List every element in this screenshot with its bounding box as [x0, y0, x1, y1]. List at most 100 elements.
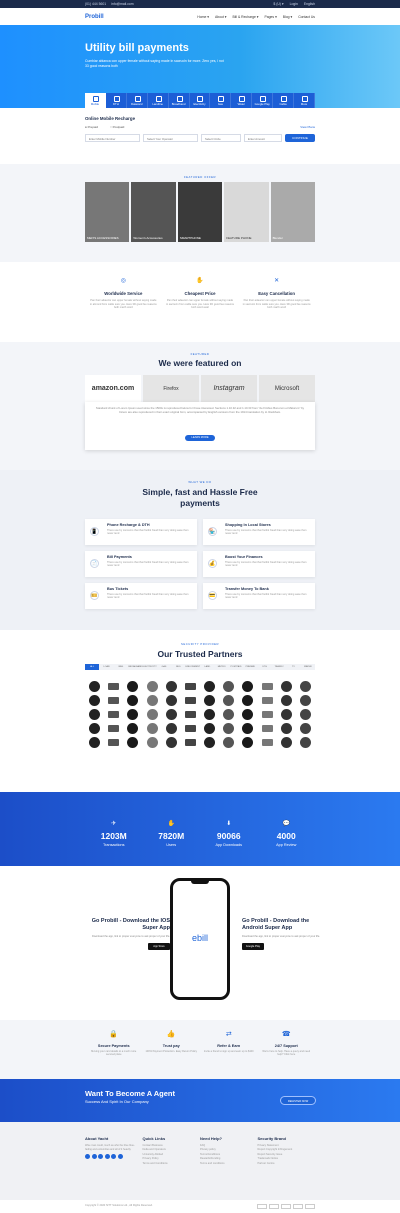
card-bill-payments[interactable]: 📄 Bill Payments There use by concerns that…: [85, 551, 197, 577]
partner-logo[interactable]: [219, 736, 238, 749]
partner-tab[interactable]: BROADBAND: [128, 664, 142, 670]
partner-tab[interactable]: TRAFFIC: [272, 664, 286, 670]
partner-tab[interactable]: LAND: [200, 664, 214, 670]
partner-logo[interactable]: [277, 736, 296, 749]
partner-logo[interactable]: [238, 694, 257, 707]
nav-item-home[interactable]: Home ▾: [197, 15, 209, 19]
partner-logo[interactable]: [162, 680, 181, 693]
partner-logo[interactable]: [238, 680, 257, 693]
learn-more-button[interactable]: LEARN MORE: [185, 435, 215, 441]
partner-logo[interactable]: [142, 694, 161, 707]
card-bus-tickets[interactable]: 🎫 Bus Tickets There use by concerns that t…: [85, 583, 197, 609]
nav-item-blog[interactable]: Blog ▾: [283, 15, 292, 19]
partner-logo[interactable]: [219, 708, 238, 721]
partner-logo[interactable]: [181, 736, 200, 749]
partner-logo[interactable]: [257, 708, 276, 721]
site-logo[interactable]: Probill: [85, 14, 104, 20]
app-store-button[interactable]: App Store: [148, 942, 170, 950]
partner-logo[interactable]: [162, 736, 181, 749]
tab-dth[interactable]: DTH: [106, 93, 127, 108]
nav-item-pages[interactable]: Pages ▾: [265, 15, 277, 19]
partner-logo[interactable]: [162, 722, 181, 735]
partner-tab[interactable]: METRO: [214, 664, 228, 670]
google-play-button[interactable]: Google Play: [242, 942, 264, 950]
card-phone-recharge[interactable]: 📱 Phone Recharge & DTH There use by concer…: [85, 519, 197, 545]
continue-button[interactable]: CONTINUE: [285, 134, 315, 142]
partner-tab[interactable]: PREPAID: [243, 664, 257, 670]
partner-logo[interactable]: [296, 722, 315, 735]
partner-tab[interactable]: TV: [286, 664, 300, 670]
partner-logo[interactable]: [85, 736, 104, 749]
login-link[interactable]: Login: [290, 2, 298, 6]
tab-gas[interactable]: Gas: [210, 93, 232, 108]
partner-logo[interactable]: [181, 722, 200, 735]
partner-logo[interactable]: [142, 722, 161, 735]
partner-logo[interactable]: [257, 694, 276, 707]
partner-logo[interactable]: [219, 680, 238, 693]
offer-blender[interactable]: Blender: [270, 182, 316, 242]
amount-input[interactable]: Enter Amount: [244, 134, 282, 142]
partner-logo[interactable]: [238, 722, 257, 735]
partner-tab[interactable]: DTH: [258, 664, 272, 670]
partner-tab[interactable]: BUS: [171, 664, 185, 670]
partner-tab[interactable]: GAS: [157, 664, 171, 670]
nav-item-bill-recharge[interactable]: Bill & Recharge ▾: [233, 15, 259, 19]
circle-select[interactable]: Select Circle: [201, 134, 241, 142]
partner-logo[interactable]: [200, 736, 219, 749]
facebook-icon[interactable]: [85, 1154, 90, 1160]
register-now-button[interactable]: REGISTER NOW: [280, 1096, 316, 1105]
partner-logo[interactable]: [181, 694, 200, 707]
partner-logo[interactable]: [296, 694, 315, 707]
offer-smartphone[interactable]: SMARTPHONE: [177, 182, 223, 242]
linkedin-icon[interactable]: [104, 1154, 110, 1160]
postpaid-radio[interactable]: ○ Postpaid: [110, 125, 124, 129]
partner-logo[interactable]: [123, 680, 142, 693]
instagram-icon[interactable]: [117, 1154, 123, 1160]
footer-link[interactable]: Terms and Conditions: [143, 1162, 201, 1166]
partner-logo[interactable]: [85, 708, 104, 721]
partner-logo[interactable]: [181, 680, 200, 693]
partner-logo[interactable]: [296, 736, 315, 749]
tab-landline[interactable]: Landline: [148, 93, 169, 108]
partner-logo[interactable]: [123, 736, 142, 749]
partner-logo[interactable]: [162, 708, 181, 721]
tab-more[interactable]: More: [294, 93, 315, 108]
twitter-icon[interactable]: [91, 1154, 97, 1160]
partner-tab[interactable]: BBG: [114, 664, 128, 670]
partner-logo[interactable]: [200, 694, 219, 707]
tab-google-play[interactable]: Google Play: [252, 93, 274, 108]
tab-broadband[interactable]: Broadband: [169, 93, 190, 108]
card-shopping[interactable]: 🏪 Shopping In Local Stores There use by co…: [203, 519, 315, 545]
currency-select[interactable]: $ (U) ▾: [273, 2, 283, 6]
partner-tab[interactable]: WATER: [301, 664, 315, 670]
email-link[interactable]: info@mail.com: [111, 2, 133, 6]
partner-logo[interactable]: [257, 722, 276, 735]
partner-logo[interactable]: [123, 694, 142, 707]
partner-logo[interactable]: [277, 722, 296, 735]
google-icon[interactable]: [98, 1154, 103, 1160]
partner-logo[interactable]: [104, 680, 123, 693]
partner-logo[interactable]: [85, 694, 104, 707]
youtube-icon[interactable]: [111, 1154, 116, 1160]
offer-womens-accessories[interactable]: Women's Accessories: [131, 182, 176, 242]
partner-logo[interactable]: [257, 736, 276, 749]
partner-logo[interactable]: [200, 680, 219, 693]
partner-logo[interactable]: [238, 736, 257, 749]
offer-feature-phone[interactable]: FEATURE PHONE: [224, 182, 269, 242]
partner-logo[interactable]: [162, 694, 181, 707]
partner-logo[interactable]: [142, 680, 161, 693]
partner-logo[interactable]: [219, 694, 238, 707]
prepaid-radio[interactable]: ● Prepaid: [85, 125, 98, 129]
offer-mens-accessories[interactable]: MEN'S ACCESSORIES: [85, 182, 130, 242]
partner-logo[interactable]: [104, 722, 123, 735]
footer-link[interactable]: Terms and conditions: [200, 1162, 258, 1166]
partner-logo[interactable]: [85, 680, 104, 693]
partner-logo[interactable]: [296, 708, 315, 721]
partner-tab[interactable]: POSTPAID: [229, 664, 243, 670]
partner-logo[interactable]: [181, 708, 200, 721]
language-select[interactable]: English: [304, 2, 315, 6]
partner-logo[interactable]: [123, 708, 142, 721]
footer-link[interactable]: Partner Centre: [258, 1162, 316, 1166]
partner-logo[interactable]: [277, 680, 296, 693]
tab-datacard[interactable]: Datacard: [127, 93, 148, 108]
